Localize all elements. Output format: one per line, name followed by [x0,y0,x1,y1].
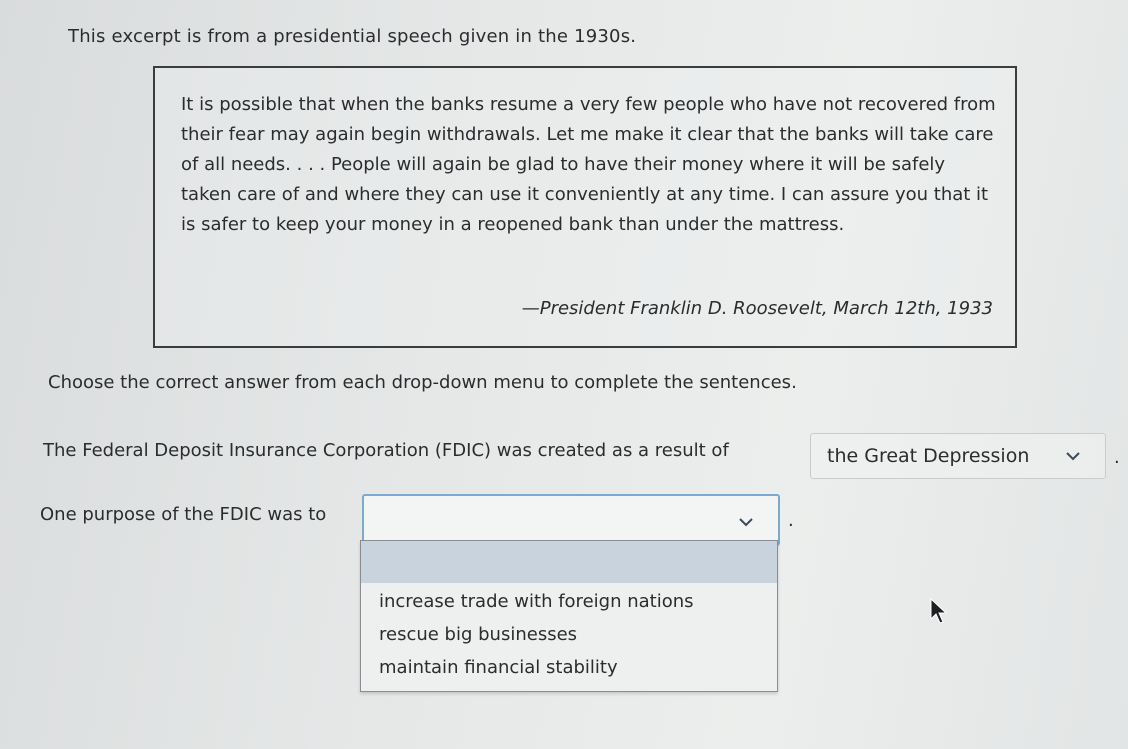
dropdown-option-financial-stability[interactable]: maintain financial stability [361,651,777,685]
dropdown-option-increase-trade[interactable]: increase trade with foreign nations [361,585,777,619]
intro-text: This excerpt is from a presidential spee… [68,26,637,47]
question-1-prompt: The Federal Deposit Insurance Corporatio… [43,440,729,461]
question-1-selected-value: the Great Depression [827,445,1030,467]
question-1-period: . [1114,447,1120,468]
instruction-text: Choose the correct answer from each drop… [48,372,797,393]
chevron-down-icon [736,512,756,536]
question-2-period: . [788,510,794,531]
mouse-pointer-icon [930,597,948,628]
question-2-dropdown[interactable] [362,494,780,546]
dropdown-option-blank[interactable] [361,541,777,583]
question-2-prompt: One purpose of the FDIC was to [40,504,327,525]
question-2-dropdown-list: increase trade with foreign nations resc… [360,540,778,692]
quote-text: It is possible that when the banks resum… [181,94,996,235]
quote-box: It is possible that when the banks resum… [153,66,1017,348]
chevron-down-icon [1063,446,1083,471]
question-1-dropdown[interactable]: the Great Depression [810,433,1106,479]
quote-attribution: —President Franklin D. Roosevelt, March … [521,298,993,319]
dropdown-option-rescue-businesses[interactable]: rescue big businesses [361,618,777,652]
